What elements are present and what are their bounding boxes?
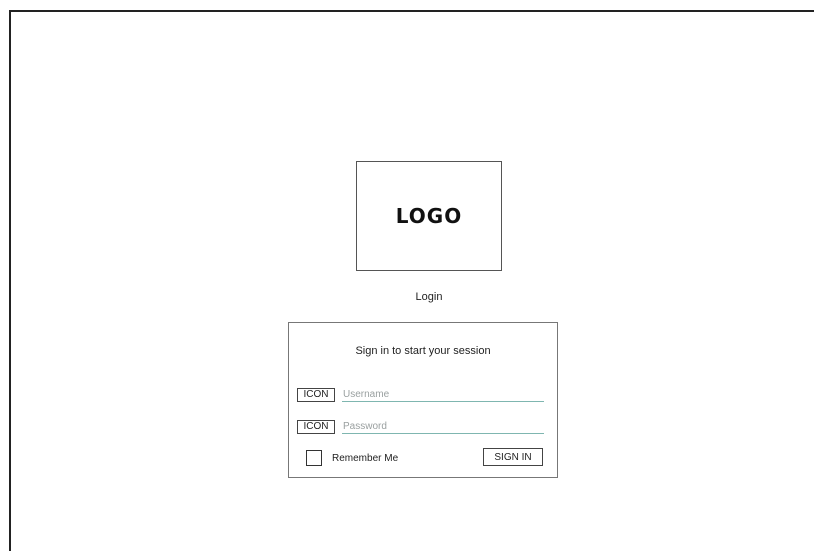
remember-me-toggle[interactable]: Remember Me [306, 450, 398, 466]
panel-title: Sign in to start your session [355, 345, 491, 357]
remember-me-label: Remember Me [332, 452, 399, 464]
remember-me-checkbox[interactable] [306, 450, 322, 466]
logo-text: LOGO [395, 204, 463, 228]
username-icon: ICON [297, 388, 335, 402]
password-input[interactable] [342, 419, 544, 434]
logo-placeholder: LOGO [356, 161, 502, 271]
password-icon: ICON [297, 420, 335, 434]
password-row: ICON [297, 419, 545, 435]
sign-in-button[interactable]: SIGN IN [483, 448, 543, 466]
page-title: Login [415, 291, 443, 303]
username-row: ICON [297, 387, 545, 403]
login-panel: Sign in to start your session ICON ICON … [288, 322, 558, 478]
username-input[interactable] [342, 387, 544, 402]
